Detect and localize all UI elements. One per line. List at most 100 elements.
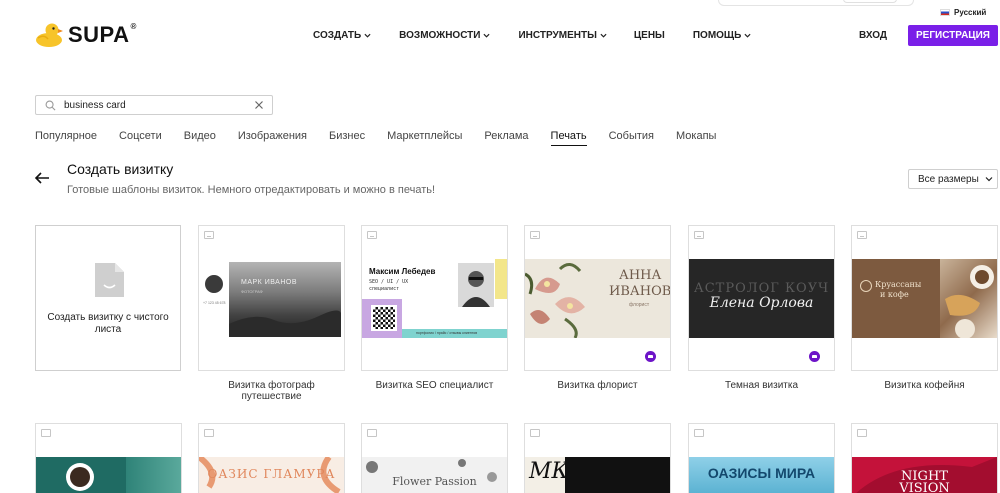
logo-reg-mark: ® [130,21,137,31]
template-card-row2-6[interactable]: NIGHT VISION [851,423,998,493]
create-blank-card[interactable]: Создать визитку с чистого листа [35,225,181,371]
sizes-dropdown[interactable]: Все размеры [908,169,998,189]
template-card-row2-3[interactable]: Flower Passion [361,423,508,493]
template-type-icon [41,429,51,437]
tab-mockups[interactable]: Мокапы [676,130,716,146]
nav-features[interactable]: ВОЗМОЖНОСТИ [399,30,491,41]
search-input[interactable] [64,99,244,111]
template-thumbnail [36,457,181,493]
login-link[interactable]: ВХОД [859,30,887,41]
template-label[interactable]: Визитка кофейня [851,380,998,391]
thumb-role: SEO / UI / UX [369,279,409,285]
premium-badge-icon [645,351,656,362]
duck-logo-icon [36,23,63,47]
template-thumbnail: АННА ИВАНОВА флорист [525,259,670,338]
thumb-title: Круассаны [875,280,922,289]
blank-document-icon [95,263,124,297]
language-selector[interactable]: Русский [940,8,986,17]
category-tabs: Популярное Соцсети Видео Изображения Биз… [35,130,738,146]
template-card-florist[interactable]: АННА ИВАНОВА флорист [524,225,671,371]
premium-badge-icon [809,351,820,362]
template-type-icon [367,231,377,239]
template-thumbnail: Круассаны и кофе [852,259,997,338]
search-box[interactable] [35,95,273,115]
thumb-name: МАРК ИВАНОВ [241,279,297,286]
template-card-row2-4[interactable]: МК [524,423,671,493]
template-thumbnail: АСТРОЛОГ КОУЧ Елена Орлова [689,259,834,338]
nav-help[interactable]: ПОМОЩЬ [693,30,751,41]
template-card-photographer[interactable]: МАРК ИВАНОВ ФОТОГРАФ +7 123 45 678 [198,225,345,371]
sizes-dropdown-label: Все размеры [918,173,979,185]
template-thumbnail: МАРК ИВАНОВ ФОТОГРАФ +7 123 45 678 [199,259,344,338]
logo[interactable]: SUPA ® [34,22,136,48]
chevron-down-icon [483,33,491,38]
template-label[interactable]: Визитка флорист [524,380,671,391]
nav-features-label: ВОЗМОЖНОСТИ [399,30,481,41]
page-title: Создать визитку [67,161,174,177]
template-type-icon [530,231,540,239]
thumb-contacts: +7 123 45 678 [203,301,226,305]
search-icon [45,100,56,110]
template-card-row2-5[interactable]: ОАЗИСЫ МИРА [688,423,835,493]
template-type-icon [694,429,704,437]
template-label[interactable]: Темная визитка [688,380,835,391]
nav-tools[interactable]: ИНСТРУМЕНТЫ [518,30,607,41]
nav-prices[interactable]: ЦЕНЫ [634,30,665,41]
top-strip [0,0,1000,6]
thumb-name2: ИВАНОВА [609,284,671,299]
thumb-text: Flower Passion [392,475,477,488]
thumb-text: NIGHT VISION [899,469,950,493]
tab-events[interactable]: События [609,130,654,146]
language-label: Русский [954,8,987,17]
template-thumbnail: NIGHT VISION [852,457,997,493]
page-subtitle: Готовые шаблоны визиток. Немного отредак… [67,184,436,196]
tab-social[interactable]: Соцсети [119,130,162,146]
clear-search-icon[interactable] [254,100,264,110]
thumb-title: АСТРОЛОГ КОУЧ [693,281,830,296]
nav-create[interactable]: СОЗДАТЬ [313,30,371,41]
nav-prices-label: ЦЕНЫ [633,30,665,41]
template-thumbnail: ОАЗИС ГЛАМУРА [199,457,344,493]
back-arrow-icon[interactable] [34,170,50,186]
thumb-role: ФОТОГРАФ [241,289,263,294]
tab-images[interactable]: Изображения [238,130,307,146]
template-card-coffee[interactable]: Круассаны и кофе [851,225,998,371]
template-card-row2-1[interactable] [35,423,182,493]
template-card-dark[interactable]: АСТРОЛОГ КОУЧ Елена Орлова [688,225,835,371]
template-thumbnail: ОАЗИСЫ МИРА [689,457,834,493]
thumb-text: ОАЗИС ГЛАМУРА [207,467,336,481]
thumb-role: флорист [629,302,650,308]
thumb-footer: портфолио / прайс / отзывы клиентов [402,329,507,338]
template-type-icon [857,429,867,437]
tab-ads[interactable]: Реклама [484,130,528,146]
coffee-logo-icon [860,280,872,292]
thumb-title2: и кофе [880,290,909,299]
tab-popular[interactable]: Популярное [35,130,97,146]
chevron-down-icon [985,177,993,182]
template-label[interactable]: Визитка SEO специалист [361,380,508,391]
register-button[interactable]: РЕГИСТРАЦИЯ [908,25,998,46]
template-card-row2-2[interactable]: ОАЗИС ГЛАМУРА [198,423,345,493]
tab-business[interactable]: Бизнес [329,130,365,146]
template-card-seo[interactable]: Максим Лебедев SEO / UI / UX специалист … [361,225,508,371]
template-label[interactable]: Визитка фотограф путешествие [198,380,345,402]
nav-help-label: ПОМОЩЬ [692,30,742,41]
thumb-name: Максим Лебедев [369,267,436,276]
chevron-down-icon [744,33,751,38]
thumb-name: Елена Орлова [709,295,814,311]
russia-flag-icon [940,9,950,16]
tab-print[interactable]: Печать [550,130,587,146]
thumb-name1: АННА [619,268,662,283]
thumb-text: ОАЗИСЫ МИРА [707,465,816,481]
chevron-down-icon [364,33,371,38]
tab-video[interactable]: Видео [184,130,216,146]
template-thumbnail: Максим Лебедев SEO / UI / UX специалист … [362,259,507,338]
thumb-text: МК [529,459,569,484]
template-type-icon [857,231,867,239]
tab-marketplaces[interactable]: Маркетплейсы [387,130,462,146]
nav-create-label: СОЗДАТЬ [313,30,362,41]
template-type-icon [367,429,377,437]
top-panel-edge [718,0,914,6]
create-blank-label: Создать визитку с чистого листа [47,312,169,335]
template-thumbnail: МК [525,457,670,493]
